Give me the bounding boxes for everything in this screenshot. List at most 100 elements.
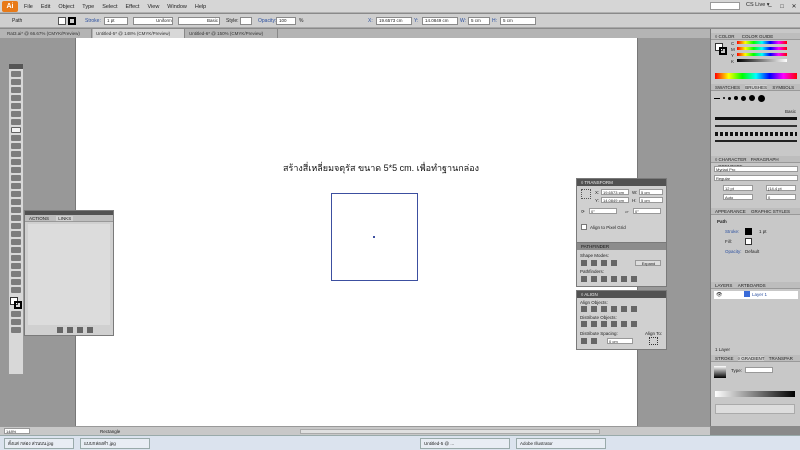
gradient-type-select[interactable]	[745, 367, 773, 373]
tab-untitled-5[interactable]: Untitled-5* @ 148% (CMYK/Preview)	[93, 29, 185, 38]
menu-file[interactable]: File	[24, 4, 33, 10]
w-field[interactable]: 5 cm	[468, 17, 490, 25]
color-mode-icon[interactable]	[11, 311, 21, 317]
fill-stroke-widget[interactable]	[10, 297, 22, 309]
m-slider[interactable]	[737, 47, 787, 50]
align-vcenter-icon[interactable]	[621, 306, 627, 312]
k-slider[interactable]	[737, 59, 787, 62]
minus-front-icon[interactable]	[591, 260, 597, 266]
align-bottom-icon[interactable]	[631, 306, 637, 312]
merge-icon[interactable]	[601, 276, 607, 282]
h-field[interactable]: 5 cm	[500, 17, 536, 25]
leading-field[interactable]: (14.4 pt	[766, 185, 796, 191]
y-field[interactable]: 14.0849 cm	[422, 17, 458, 25]
tab-stroke[interactable]: STROKE	[715, 356, 734, 361]
transform-panel-header[interactable]: ◊ TRANSFORM	[577, 179, 666, 186]
zoom-field[interactable]: 148%	[4, 428, 30, 434]
stroke-swatch[interactable]	[68, 17, 76, 25]
screen-mode-icon[interactable]	[11, 327, 21, 333]
y-slider[interactable]	[737, 53, 787, 56]
perspective-grid-tool-icon[interactable]	[11, 207, 21, 213]
taskbar-item-3[interactable]: Untitled-5 @ ...	[420, 438, 510, 449]
transform-y-field[interactable]: 14.0849 cm	[601, 197, 629, 203]
tab-rat3[interactable]: Rat3.ai* @ 66.67% (CMYK/Preview)	[4, 29, 92, 38]
artboard-tool-icon[interactable]	[11, 263, 21, 269]
graphic-style-picker[interactable]	[240, 17, 252, 25]
shape-builder-tool-icon[interactable]	[11, 199, 21, 205]
taskbar-item-4[interactable]: Adobe Illustrator	[516, 438, 606, 449]
minus-back-icon[interactable]	[631, 276, 637, 282]
transform-x-field[interactable]: 19.6573 cm	[601, 189, 629, 195]
align-hcenter-icon[interactable]	[591, 306, 597, 312]
brush-definition[interactable]: Basic	[178, 17, 220, 25]
update-link-icon[interactable]	[77, 327, 83, 333]
close-icon[interactable]: ✕	[788, 3, 800, 10]
slice-tool-icon[interactable]	[11, 271, 21, 277]
tab-symbols[interactable]: SYMBOLS	[772, 85, 794, 90]
tab-transparency[interactable]: TRANSPAR	[769, 356, 793, 361]
gradient-slider[interactable]	[715, 391, 795, 397]
tab-brushes[interactable]: BRUSHES	[745, 85, 768, 90]
align-panel-header[interactable]: ◊ ALIGN	[577, 291, 666, 298]
appearance-fill-swatch[interactable]	[745, 238, 752, 245]
tab-actions[interactable]: ACTIONS	[29, 216, 49, 221]
distribute-top-icon[interactable]	[581, 321, 587, 327]
scale-tool-icon[interactable]	[11, 175, 21, 181]
menu-view[interactable]: View	[147, 4, 159, 10]
eraser-tool-icon[interactable]	[11, 159, 21, 165]
maximize-icon[interactable]: □	[776, 4, 788, 10]
trim-icon[interactable]	[591, 276, 597, 282]
taskbar-item-2[interactable]: แบบกล่องดำ.jpg	[80, 438, 150, 449]
gradient-stops-area[interactable]	[715, 404, 795, 414]
color-stroke-swatch[interactable]	[719, 47, 727, 55]
tab-artboards[interactable]: ARTBOARDS	[738, 283, 766, 288]
variable-width-profile[interactable]: Uniform	[133, 17, 173, 25]
magic-wand-tool-icon[interactable]	[11, 87, 21, 93]
rotate-field[interactable]: 0°	[589, 208, 617, 214]
menu-effect[interactable]: Effect	[126, 4, 140, 10]
kerning-field[interactable]: Auto	[723, 194, 753, 200]
align-top-icon[interactable]	[611, 306, 617, 312]
stroke-label[interactable]: Stroke:	[85, 17, 101, 25]
line-tool-icon[interactable]	[11, 119, 21, 125]
appearance-opacity-label[interactable]: Opacity:	[725, 249, 742, 254]
lasso-tool-icon[interactable]	[11, 95, 21, 101]
divide-icon[interactable]	[581, 276, 587, 282]
gradient-preview-swatch[interactable]	[714, 366, 726, 378]
layer-name[interactable]: Layer 1	[752, 292, 767, 297]
crop-icon[interactable]	[611, 276, 617, 282]
transform-w-field[interactable]: 5 cm	[639, 189, 663, 195]
tools-panel-header[interactable]	[9, 64, 23, 69]
hand-tool-icon[interactable]	[11, 279, 21, 285]
relink-icon[interactable]	[57, 327, 63, 333]
links-list[interactable]	[28, 224, 110, 325]
distribute-bottom-icon[interactable]	[601, 321, 607, 327]
free-transform-tool-icon[interactable]	[11, 191, 21, 197]
direct-selection-tool-icon[interactable]	[11, 79, 21, 85]
pathfinder-panel-header[interactable]: PATHFINDER	[577, 243, 666, 250]
menu-help[interactable]: Help	[195, 4, 206, 10]
menu-object[interactable]: Object	[58, 4, 74, 10]
spacing-field[interactable]: 0 cm	[607, 338, 633, 344]
tab-appearance[interactable]: APPEARANCE	[715, 209, 746, 214]
tab-color[interactable]: ◊ COLOR	[715, 34, 734, 39]
tracking-field[interactable]: 0	[766, 194, 796, 200]
brush-stroke-4[interactable]	[715, 140, 797, 142]
paintbrush-tool-icon[interactable]	[11, 135, 21, 141]
brush-stroke-3[interactable]	[715, 132, 797, 136]
mesh-tool-icon[interactable]	[11, 215, 21, 221]
taskbar-item-1[interactable]: ตั้งแต่ กล่อง ส่วนบน.jpg	[4, 438, 74, 449]
symbol-sprayer-tool-icon[interactable]	[11, 247, 21, 253]
brush-presets-row[interactable]	[714, 93, 798, 103]
align-right-icon[interactable]	[601, 306, 607, 312]
tab-paragraph[interactable]: PARAGRAPH	[751, 157, 779, 162]
zoom-tool-icon[interactable]	[11, 287, 21, 293]
appearance-stroke-label[interactable]: Stroke:	[725, 229, 739, 234]
tab-color-guide[interactable]: COLOR GUIDE	[742, 34, 774, 39]
distribute-hspace-icon[interactable]	[591, 338, 597, 344]
expand-button[interactable]: Expand	[635, 260, 661, 266]
stroke-weight-field[interactable]: 1 pt	[104, 17, 128, 25]
tab-links[interactable]: LINKS	[56, 216, 74, 221]
opacity-label[interactable]: Opacity:	[258, 17, 276, 25]
minimize-icon[interactable]: –	[764, 4, 776, 10]
